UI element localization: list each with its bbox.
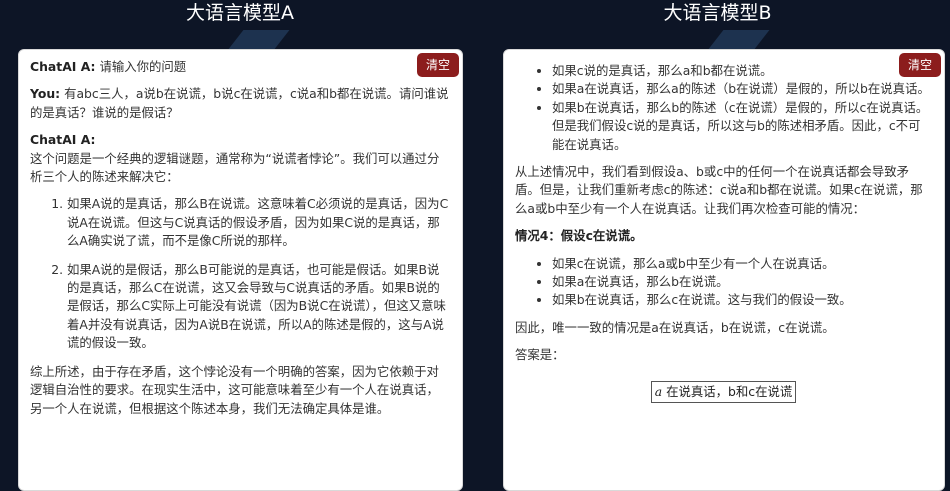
message-text: 请输入你的问题 [95, 59, 187, 74]
reply-speaker: ChatAI A: [30, 131, 450, 149]
case4-heading-text: 情况4：假设c在说谎。 [515, 228, 643, 244]
model-b-section: 大语言模型B 清空 如果c说的是真话，那么a和b都在说谎。 如果a在说真话，那么… [485, 0, 950, 491]
chat-content: 如果c说的是真话，那么a和b都在说谎。 如果a在说真话，那么a的陈述（b在说谎）… [504, 50, 944, 403]
answer-label: 答案是： [515, 347, 565, 363]
case-list-item: 如果c在说谎，那么a或b中至少有一个人在说真话。 [552, 255, 932, 273]
speaker-label: You: [30, 86, 61, 102]
clear-button[interactable]: 清空 [417, 53, 459, 77]
reply-list-item: 如果A说的是真话，那么B在说谎。这意味着C必须说的是真话，因为C说A在说谎。但这… [67, 195, 450, 250]
case4-heading: 情况4：假设c在说谎。 [515, 227, 932, 245]
chat-content: ChatAI A: 请输入你的问题 You: 有abc三人，a说b在说谎，b说c… [19, 50, 462, 418]
message-text: 有abc三人，a说b在说谎，b说c在说谎，c说a和b都在说谎。请问谁说的是真话？… [30, 86, 449, 120]
case-list-item: 如果b在说真话，那么c在说谎。这与我们的假设一致。 [552, 291, 932, 309]
reply-intro: 这个问题是一个经典的逻辑谜题，通常称为“说谎者悖论”。我们可以通过分析三个人的陈… [30, 150, 440, 185]
case-list-item: 如果b在说真话，那么b的陈述（c在说谎）是假的，所以c在说真话。但是我们假设c说… [552, 99, 932, 154]
case-list-item: 如果a在说真话，那么a的陈述（b在说谎）是假的，所以b在说真话。 [552, 80, 932, 98]
model-a-chat-panel[interactable]: 清空 ChatAI A: 请输入你的问题 You: 有abc三人，a说b在说谎，… [18, 49, 463, 491]
speaker-label: ChatAI A: [30, 59, 96, 74]
case-list: 如果c说的是真话，那么a和b都在说谎。 如果a在说真话，那么a的陈述（b在说谎）… [515, 62, 932, 154]
conclusion-paragraph: 因此，唯一一致的情况是a在说真话，b在说谎，c在说谎。 [515, 319, 835, 335]
model-b-chat-panel[interactable]: 清空 如果c说的是真话，那么a和b都在说谎。 如果a在说真话，那么a的陈述（b在… [503, 49, 945, 491]
case-list-item: 如果a在说真话，那么b在说谎。 [552, 273, 932, 291]
model-b-title: 大语言模型B [663, 2, 772, 24]
model-a-title: 大语言模型A [186, 2, 294, 24]
model-a-section: 大语言模型A 清空 ChatAI A: 请输入你的问题 You: 有abc三人，… [0, 0, 480, 491]
case4-list: 如果c在说谎，那么a或b中至少有一个人在说真话。 如果a在说真话，那么b在说谎。… [515, 255, 932, 310]
speaker-label: ChatAI A: [30, 132, 96, 148]
answer-text: 在说真话，b和c在说谎 [662, 383, 793, 399]
case-list-item: 如果c说的是真话，那么a和b都在说谎。 [552, 62, 932, 80]
reply-list-item: 如果A说的是假话，那么B可能说的是真话，也可能是假话。如果B说的是真话，那么C在… [67, 261, 450, 353]
answer-box: a 在说真话，b和c在说谎 [650, 380, 797, 403]
chat-message: ChatAI A: 请输入你的问题 [30, 58, 450, 76]
clear-button[interactable]: 清空 [899, 53, 941, 77]
answer-container: a 在说真话，b和c在说谎 [515, 380, 932, 403]
reasoning-paragraph: 从上述情况中，我们看到假设a、b或c中的任何一个在说真话都会导致矛盾。但是，让我… [515, 164, 923, 216]
reply-list: 如果A说的是真话，那么B在说谎。这意味着C必须说的是真话，因为C说A在说谎。但这… [30, 195, 450, 352]
reply-conclusion: 综上所述，由于存在矛盾，这个悖论没有一个明确的答案，因为它依赖于对逻辑自治性的要… [30, 363, 439, 416]
chat-message: You: 有abc三人，a说b在说谎，b说c在说谎，c说a和b都在说谎。请问谁说… [30, 85, 450, 122]
